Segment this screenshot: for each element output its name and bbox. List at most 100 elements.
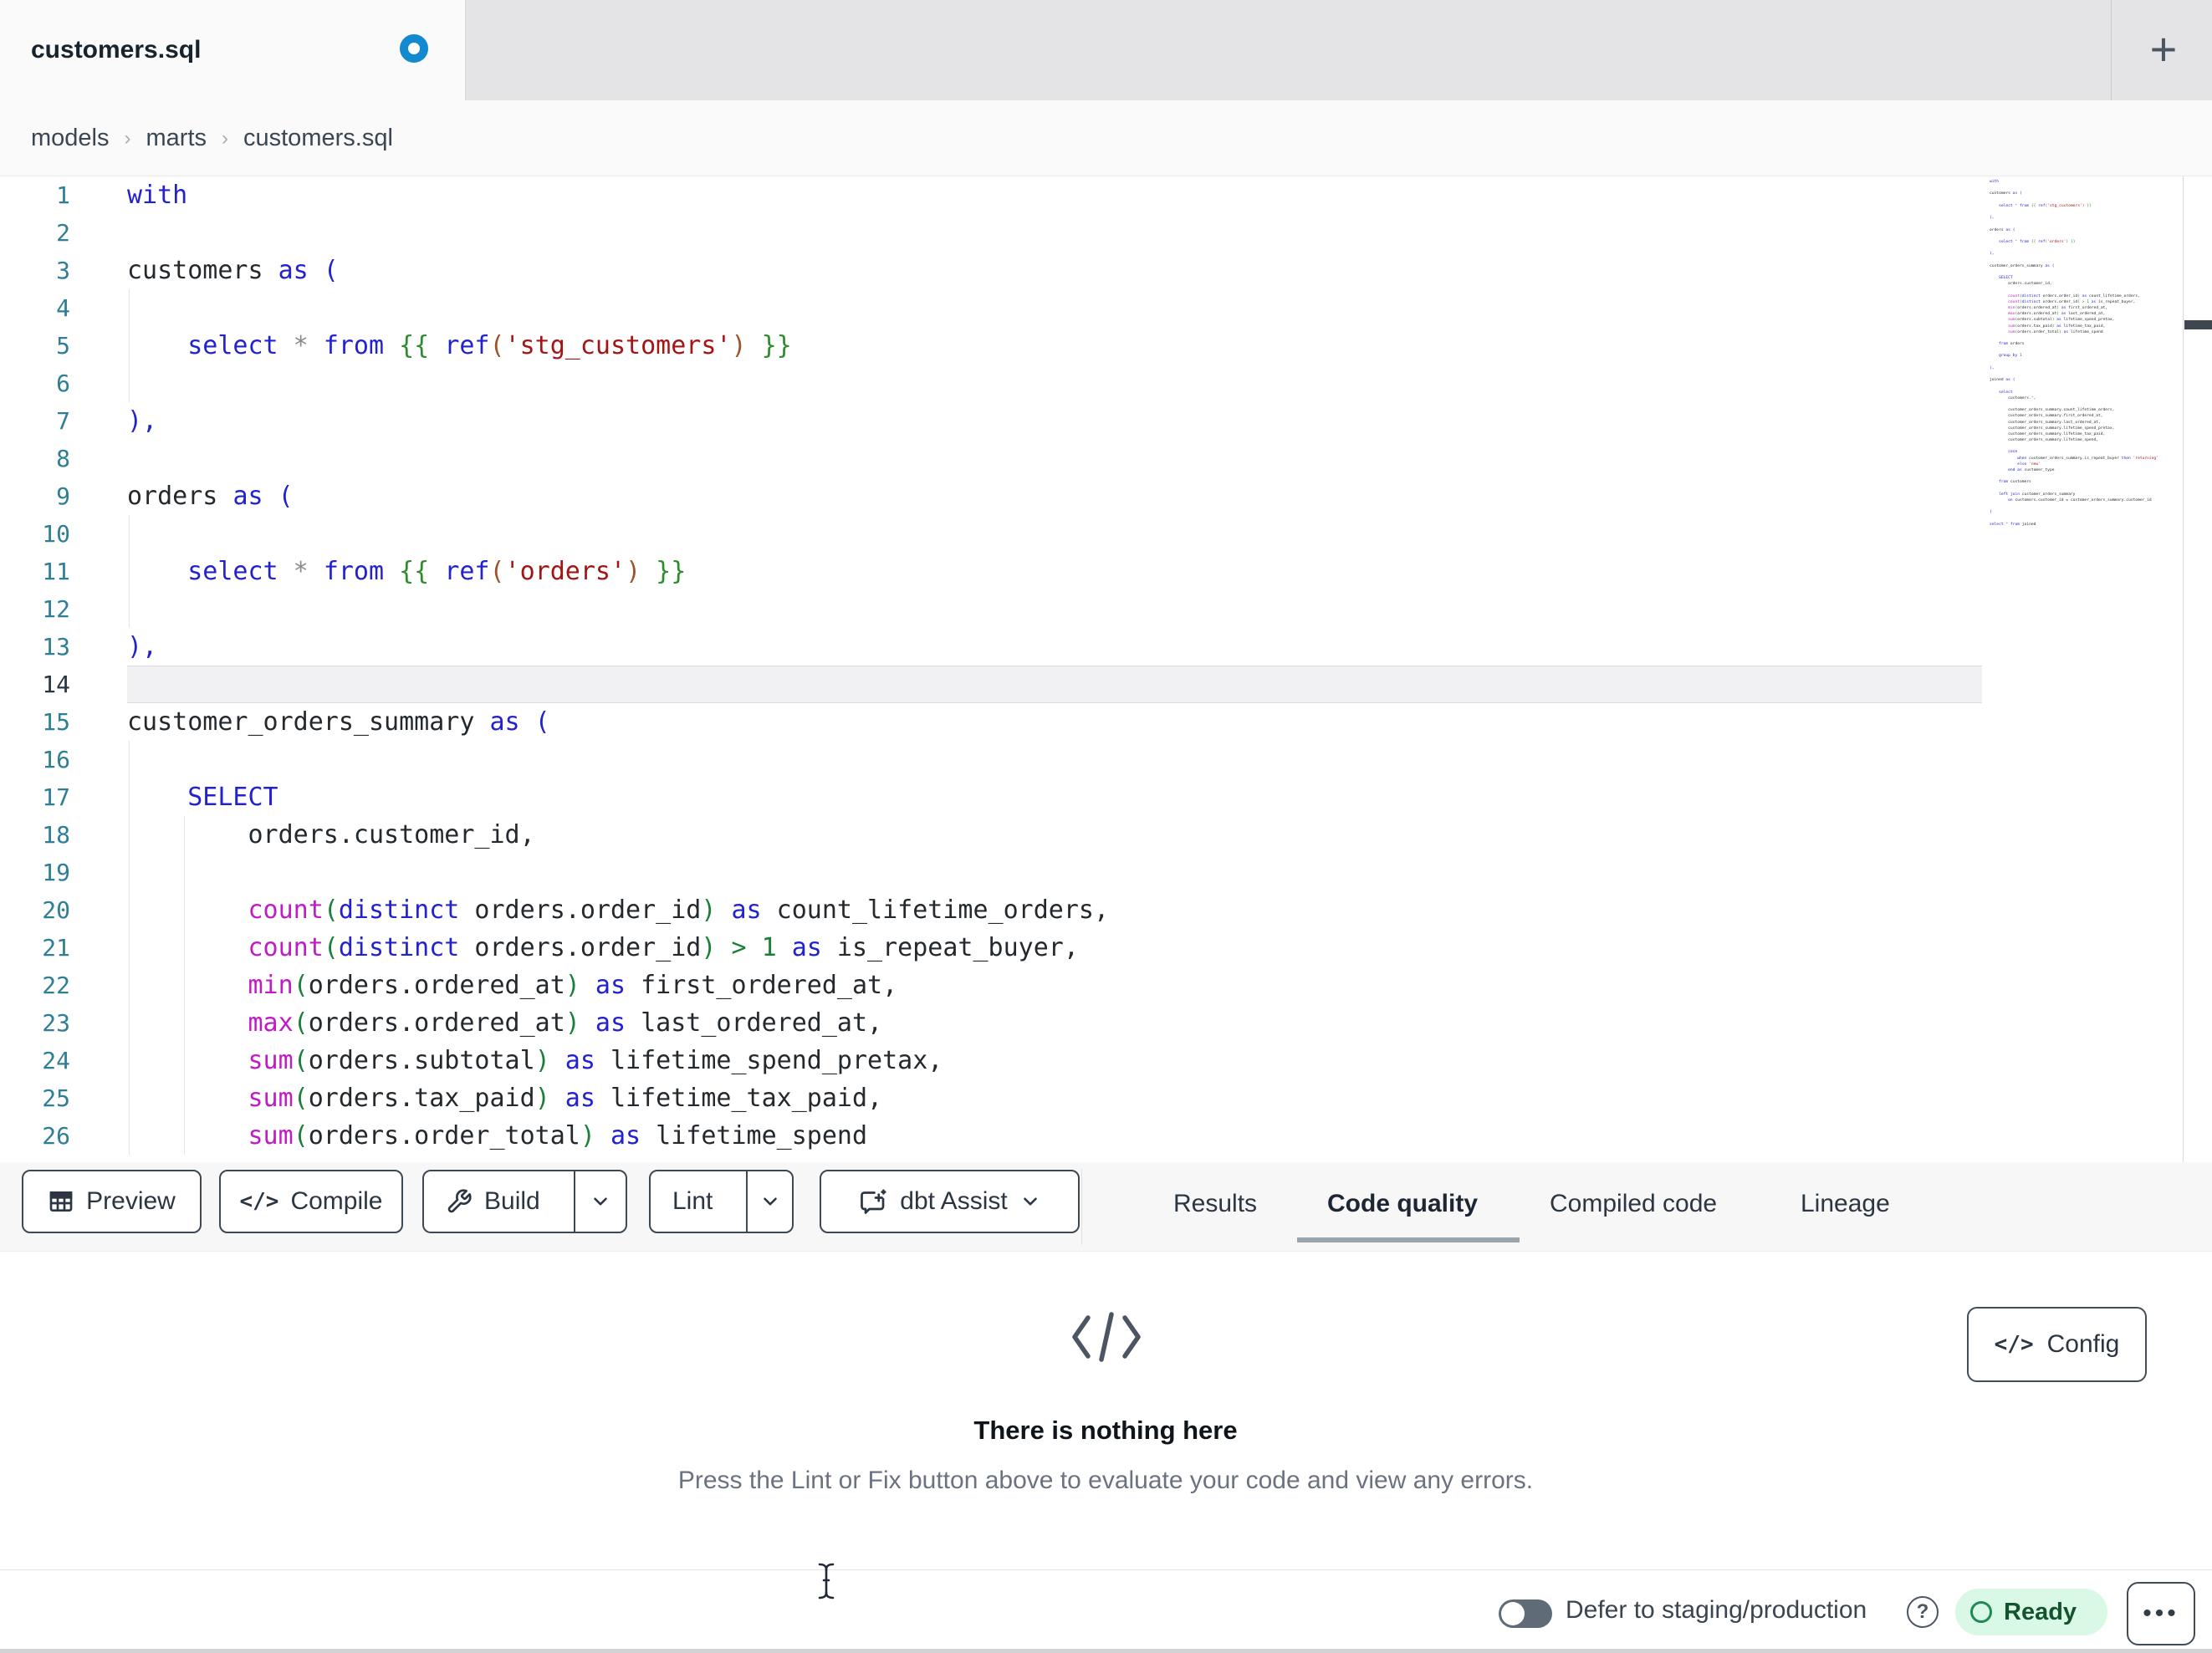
breadcrumb-item-file: customers.sql xyxy=(243,125,393,151)
code-line[interactable]: 17 SELECT xyxy=(0,778,2212,816)
tab-results[interactable]: Results xyxy=(1173,1162,1257,1246)
cursor-position-marker xyxy=(2184,320,2212,329)
editor-scrollbar[interactable] xyxy=(2183,176,2212,1162)
code-line[interactable]: 4 xyxy=(0,289,2212,327)
compile-button[interactable]: </> Compile xyxy=(219,1170,403,1233)
code-line[interactable]: 25 sum(orders.tax_paid) as lifetime_tax_… xyxy=(0,1079,2212,1117)
code-line[interactable]: 21 count(distinct orders.order_id) > 1 a… xyxy=(0,929,2212,967)
minimap-line xyxy=(1990,360,2180,365)
minimap-line: ), xyxy=(1990,365,1995,370)
code-line[interactable]: 24 sum(orders.subtotal) as lifetime_spen… xyxy=(0,1042,2212,1079)
code-line[interactable]: 12 xyxy=(0,590,2212,628)
line-number: 11 xyxy=(42,558,70,585)
minimap-line: sum(orders.subtotal) as lifetime_spend_p… xyxy=(2008,318,2115,323)
minimap[interactable]: with customers as ( select * from {{ ref(… xyxy=(1990,179,2180,528)
dbt-assist-button[interactable]: dbt Assist xyxy=(820,1170,1080,1233)
line-number: 8 xyxy=(56,445,70,472)
chevron-down-icon xyxy=(759,1191,781,1212)
minimap-line: max(orders.ordered_at) as last_ordered_a… xyxy=(2008,312,2106,317)
build-button[interactable]: Build xyxy=(424,1171,562,1232)
code-line[interactable]: 19 xyxy=(0,854,2212,891)
ready-label: Ready xyxy=(2004,1598,2077,1625)
editor-toolbar: Preview </> Compile Build Lint dbt Assis… xyxy=(0,1162,2212,1252)
indent-guide xyxy=(129,515,130,553)
code-line[interactable]: 26 sum(orders.order_total) as lifetime_s… xyxy=(0,1117,2212,1155)
minimap-line: select * from joined xyxy=(1990,522,2036,527)
preview-label: Preview xyxy=(86,1187,176,1215)
code-line[interactable]: 22 min(orders.ordered_at) as first_order… xyxy=(0,967,2212,1004)
new-tab-button[interactable]: + xyxy=(2131,17,2196,82)
minimap-line: customer_orders_summary.lifetime_tax_pai… xyxy=(1990,431,2106,436)
code-editor[interactable]: 1 with 2 3 customers as (4 5 select * from {{… xyxy=(0,176,2212,1162)
code-line[interactable]: 16 xyxy=(0,741,2212,778)
code-line[interactable]: 14 xyxy=(0,666,2212,703)
build-dropdown[interactable] xyxy=(573,1171,626,1232)
minimap-line xyxy=(1990,443,2180,449)
code-line[interactable]: 5 select * from {{ ref('stg_customers') … xyxy=(0,327,2212,365)
minimap-line: SELECT xyxy=(1999,276,2013,280)
code-text: count(distinct orders.order_id) > 1 as i… xyxy=(248,933,1079,962)
config-button[interactable]: </> Config xyxy=(1967,1307,2147,1382)
line-number: 16 xyxy=(42,746,70,773)
lint-dropdown[interactable] xyxy=(746,1171,792,1232)
code-line[interactable]: 18 orders.customer_id, xyxy=(0,816,2212,854)
code-line[interactable]: 20 count(distinct orders.order_id) as co… xyxy=(0,891,2212,929)
breadcrumb-item-marts[interactable]: marts xyxy=(146,125,207,152)
indent-guide xyxy=(129,365,130,402)
defer-toggle[interactable] xyxy=(1499,1599,1552,1628)
code-line[interactable]: 1 with xyxy=(0,176,2212,214)
minimap-line: select * from {{ ref('stg_customers') }} xyxy=(1999,203,2092,208)
line-number: 21 xyxy=(42,934,70,962)
tab-lineage[interactable]: Lineage xyxy=(1801,1162,1890,1246)
minimap-line xyxy=(1990,516,2180,522)
table-icon xyxy=(48,1188,74,1215)
help-icon[interactable]: ? xyxy=(1907,1596,1939,1628)
tab-code-quality[interactable]: Code quality xyxy=(1327,1162,1478,1246)
line-number: 5 xyxy=(56,332,70,360)
minimap-line xyxy=(1990,185,2180,191)
code-text: ), xyxy=(127,632,158,661)
tab-compiled-code[interactable]: Compiled code xyxy=(1550,1162,1717,1246)
tab-customers-sql[interactable]: customers.sql xyxy=(0,0,466,100)
code-text: sum(orders.tax_paid) as lifetime_tax_pai… xyxy=(248,1084,883,1113)
tab-bar-divider xyxy=(2111,0,2112,100)
minimap-line xyxy=(1990,503,2180,509)
empty-state-title: There is nothing here xyxy=(973,1416,1238,1445)
code-line[interactable]: 7), xyxy=(0,402,2212,440)
toolbar-tabs-divider xyxy=(1081,1169,1082,1245)
more-options-button[interactable]: ••• xyxy=(2127,1582,2195,1645)
minimap-line xyxy=(1990,287,2180,293)
line-number: 15 xyxy=(42,708,70,736)
code-line[interactable]: 2 xyxy=(0,214,2212,252)
minimap-line xyxy=(1990,197,2180,203)
minimap-line: customer_orders_summary.lifetime_spend_p… xyxy=(1990,426,2115,431)
minimap-line: sum(orders.order_total) as lifetime_spen… xyxy=(2008,329,2103,334)
code-text: orders.customer_id, xyxy=(127,820,535,849)
code-line[interactable]: 3 customers as ( xyxy=(0,252,2212,289)
minimap-line xyxy=(1990,233,2180,239)
minimap-line xyxy=(1990,473,2180,479)
line-number: 22 xyxy=(42,972,70,999)
preview-button[interactable]: Preview xyxy=(22,1170,202,1233)
code-line[interactable]: 9 orders as ( xyxy=(0,477,2212,515)
code-text: SELECT xyxy=(187,783,278,812)
code-line[interactable]: 15 customer_orders_summary as ( xyxy=(0,703,2212,741)
tab-bar: customers.sql + xyxy=(0,0,2212,100)
lint-label: Lint xyxy=(672,1187,713,1215)
minimap-line: left join customer_orders_summary xyxy=(1999,492,2076,497)
minimap-line xyxy=(1990,269,2180,275)
minimap-line: customer_orders_summary.lifetime_spend, xyxy=(1990,438,2098,443)
minimap-line xyxy=(1990,347,2180,353)
chevron-down-icon xyxy=(590,1191,611,1212)
code-line[interactable]: 6 xyxy=(0,365,2212,402)
code-line[interactable]: 10 xyxy=(0,515,2212,553)
minimap-line: select xyxy=(1999,390,2013,395)
code-line[interactable]: 13), xyxy=(0,628,2212,666)
code-line[interactable]: 8 xyxy=(0,440,2212,477)
lint-button-group: Lint xyxy=(649,1170,794,1233)
breadcrumb-item-models[interactable]: models xyxy=(31,125,110,152)
minimap-line: sum(orders.tax_paid) as lifetime_tax_pai… xyxy=(2008,324,2106,329)
lint-button[interactable]: Lint xyxy=(651,1171,734,1232)
code-line[interactable]: 23 max(orders.ordered_at) as last_ordere… xyxy=(0,1004,2212,1042)
code-line[interactable]: 11 select * from {{ ref('orders') }} xyxy=(0,553,2212,590)
